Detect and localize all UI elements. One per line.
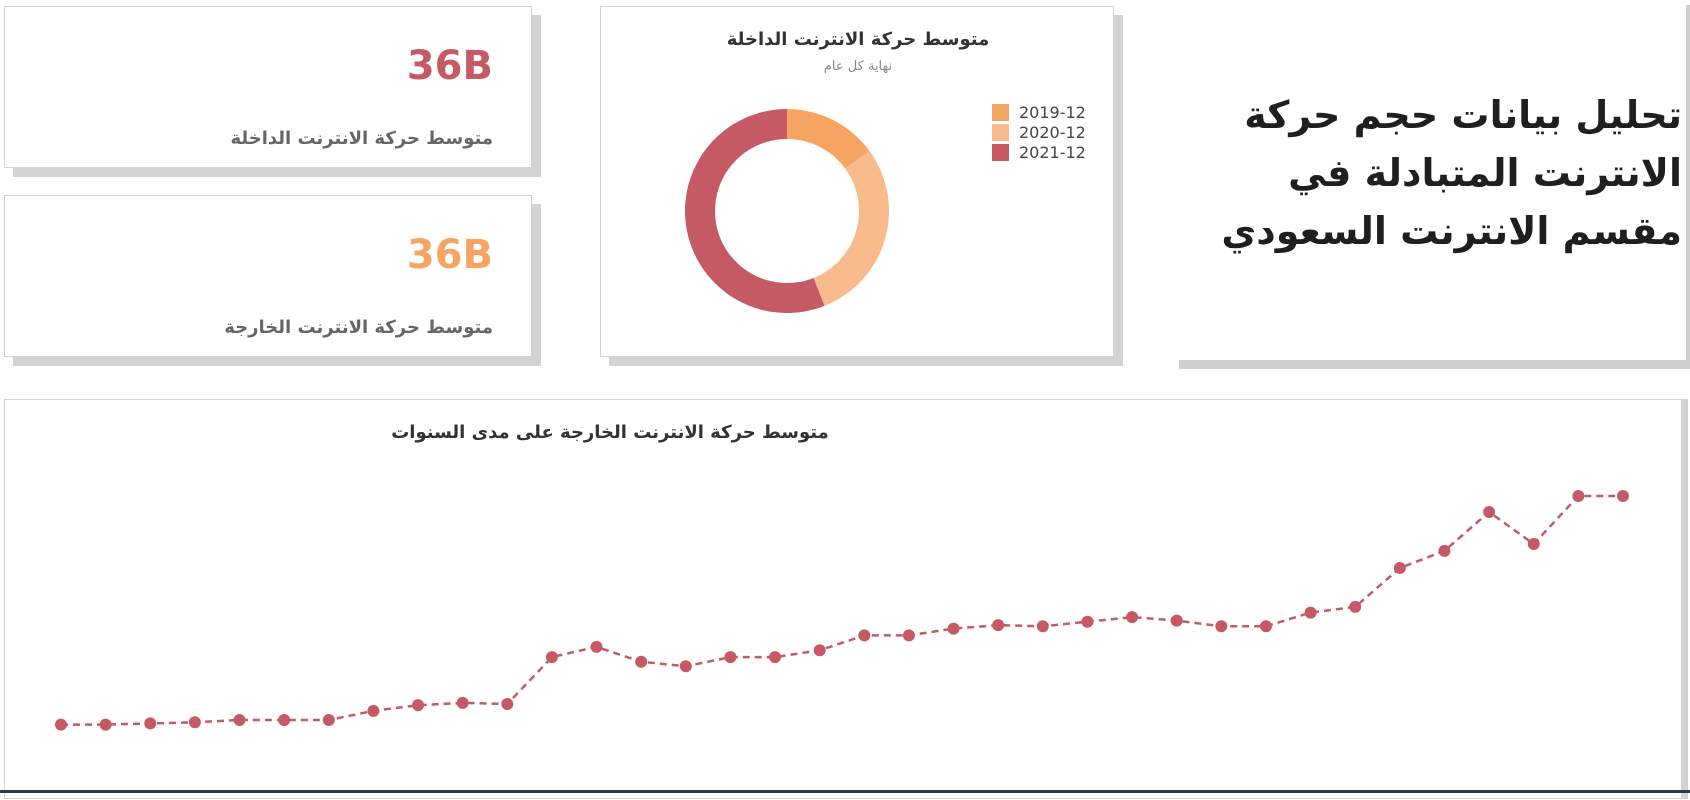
line-point xyxy=(1036,620,1049,633)
line-point xyxy=(1126,611,1139,624)
line-point xyxy=(367,704,380,717)
line-point xyxy=(412,699,425,712)
line-point xyxy=(1483,506,1496,518)
line-point xyxy=(590,640,603,653)
line-point xyxy=(1349,600,1362,613)
line-point xyxy=(902,629,915,642)
line-point xyxy=(947,622,960,635)
legend-swatch xyxy=(992,124,1009,141)
line-point xyxy=(769,651,782,664)
kpi-value: 36B xyxy=(406,232,493,278)
line-point xyxy=(1081,615,1094,628)
kpi-label: متوسط حركة الانترنت الداخلة xyxy=(230,128,493,149)
line-point xyxy=(724,651,737,664)
kpi-card-inbound: 36B متوسط حركة الانترنت الداخلة xyxy=(4,6,532,168)
line-point xyxy=(144,717,157,730)
line-point xyxy=(1527,538,1540,550)
donut-chart: 2019-122020-122021-12 xyxy=(685,103,1086,314)
line-chart xyxy=(55,490,1629,731)
line-point xyxy=(1572,490,1585,502)
line-point xyxy=(1617,490,1629,502)
donut-chart-card: متوسط حركة الانترنت الداخلة نهاية كل عام… xyxy=(600,6,1114,357)
line-point xyxy=(545,651,558,664)
line-point xyxy=(858,629,871,642)
legend-label: 2021-12 xyxy=(1019,143,1086,162)
line-point xyxy=(233,714,246,726)
line-point xyxy=(456,696,469,709)
donut-slice-2020-12 xyxy=(813,151,889,306)
line-point xyxy=(1393,562,1406,574)
kpi-value: 36B xyxy=(406,43,493,89)
line-point xyxy=(1259,620,1272,633)
legend-swatch xyxy=(992,144,1009,161)
line-point xyxy=(1304,606,1317,619)
line-point xyxy=(635,655,648,668)
kpi-label: متوسط حركة الانترنت الخارجة xyxy=(224,317,493,338)
line-point xyxy=(1170,614,1183,627)
line-series xyxy=(61,494,1623,726)
line-point xyxy=(992,619,1005,632)
line-point xyxy=(501,698,514,710)
line-point xyxy=(679,660,692,673)
kpi-card-outbound: 36B متوسط حركة الانترنت الخارجة xyxy=(4,195,532,357)
line-point xyxy=(278,714,291,726)
line-point xyxy=(1215,620,1228,633)
line-point xyxy=(188,716,201,729)
line-point xyxy=(813,644,826,657)
line-point xyxy=(99,718,112,731)
legend-label: 2020-12 xyxy=(1019,123,1086,142)
page-title: تحليل بيانات حجم حركة الانترنت المتبادلة… xyxy=(1221,93,1682,253)
legend-label: 2019-12 xyxy=(1019,103,1086,122)
line-point xyxy=(55,718,67,731)
legend-swatch xyxy=(992,104,1009,121)
line-chart-card: متوسط حركة الانترنت الخارجة على مدى السن… xyxy=(4,399,1682,799)
line-point xyxy=(1438,544,1451,557)
line-point xyxy=(322,714,335,726)
donut-slice-2019-12 xyxy=(787,109,870,169)
title-card: تحليل بيانات حجم حركة الانترنت المتبادلة… xyxy=(1170,0,1686,360)
